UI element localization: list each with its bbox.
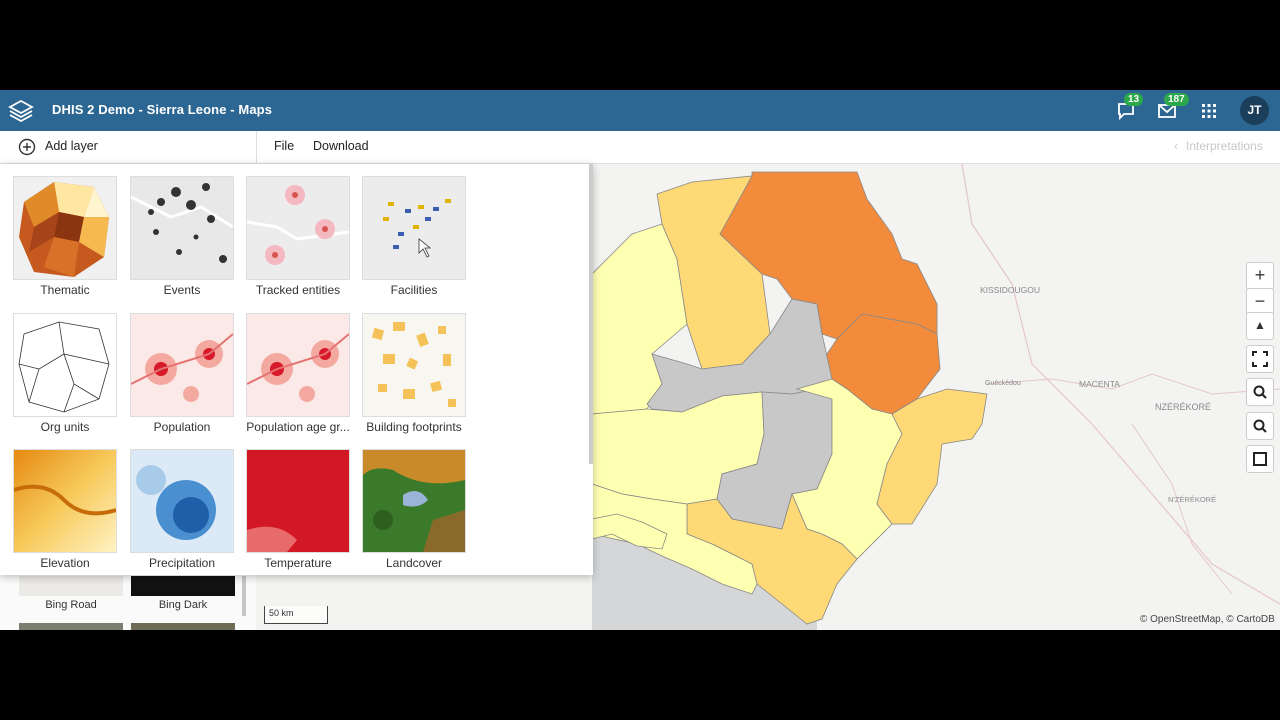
events-thumbnail	[130, 176, 234, 280]
apps-menu-button[interactable]	[1198, 100, 1220, 122]
place-label: NZÉRÉKORÉ	[1155, 402, 1211, 412]
file-menu[interactable]: File	[274, 139, 294, 153]
layer-type-elevation[interactable]: Elevation	[13, 449, 117, 570]
add-circle-icon	[18, 138, 36, 156]
toolbar: Add layer File Download ‹ Interpretations	[0, 131, 1280, 164]
place-label: N'ZÉRÉKORÉ	[1168, 495, 1216, 504]
zoom-to-content-button[interactable]	[1246, 378, 1274, 406]
interpretations-panel-toggle[interactable]: ‹ Interpretations	[1174, 139, 1263, 153]
compass-icon: ▲	[1254, 318, 1266, 332]
precipitation-thumbnail	[130, 449, 234, 553]
layer-type-label: Building footprints	[366, 420, 462, 434]
layer-type-label: Tracked entities	[255, 283, 341, 297]
layer-type-tracked-entities[interactable]: Tracked entities	[246, 176, 350, 297]
fullscreen-button[interactable]	[1246, 345, 1274, 373]
map-attribution: © OpenStreetMap, © CartoDB	[1140, 614, 1275, 625]
layer-type-label: Precipitation	[148, 556, 216, 570]
basemap-label: Bing Dark	[158, 599, 208, 611]
layer-type-precipitation[interactable]: Precipitation	[130, 449, 234, 570]
app-header: DHIS 2 Demo - Sierra Leone - Maps 13 187…	[0, 90, 1280, 131]
ruler-icon	[1253, 452, 1267, 466]
zoom-extent-icon	[1253, 385, 1267, 399]
apps-grid-icon	[1202, 104, 1216, 118]
plus-icon: +	[1254, 265, 1266, 285]
layer-type-label: Temperature	[264, 556, 332, 570]
zoom-in-button[interactable]: +	[1246, 262, 1274, 290]
place-label: MACENTA	[1079, 379, 1120, 389]
map-svg: KISSIDOUGOU Guéckédou MACENTA NZÉRÉKORÉ …	[592, 164, 1280, 630]
tracked-entities-thumbnail	[246, 176, 350, 280]
layer-type-temperature[interactable]: Temperature	[246, 449, 350, 570]
layer-type-facilities[interactable]: Facilities	[362, 176, 466, 297]
population-age-thumbnail	[246, 313, 350, 417]
layer-type-label: Landcover	[385, 556, 443, 570]
bing-hybrid-thumbnail[interactable]	[131, 623, 235, 630]
place-label: KISSIDOUGOU	[980, 285, 1040, 295]
interpretations-badge: 13	[1124, 93, 1144, 106]
org-units-thumbnail	[13, 313, 117, 417]
download-button[interactable]: Download	[313, 139, 369, 153]
bing-dark-thumbnail[interactable]	[131, 576, 235, 596]
layer-type-label: Population	[153, 420, 211, 434]
facilities-thumbnail	[362, 176, 466, 280]
temperature-thumbnail	[246, 449, 350, 553]
messages-button[interactable]: 187	[1156, 93, 1189, 122]
panel-scrollbar[interactable]	[242, 576, 246, 616]
search-icon	[1253, 419, 1267, 433]
layer-type-events[interactable]: Events	[130, 176, 234, 297]
interpretations-button[interactable]: 13	[1116, 93, 1144, 122]
layer-type-label: Org units	[40, 420, 90, 434]
layer-type-org-units[interactable]: Org units	[13, 313, 117, 434]
add-layer-button[interactable]: Add layer	[0, 131, 257, 163]
layer-type-population[interactable]: Population	[130, 313, 234, 434]
layer-type-label: Population age gr...	[246, 420, 350, 434]
layer-type-label: Elevation	[40, 556, 90, 570]
population-thumbnail	[130, 313, 234, 417]
search-place-button[interactable]	[1246, 412, 1274, 440]
scale-bar: 50 km	[264, 606, 328, 624]
add-layer-label: Add layer	[45, 139, 98, 153]
bing-road-thumbnail[interactable]	[19, 576, 123, 596]
popup-scrollbar[interactable]	[589, 164, 593, 464]
minus-icon: −	[1254, 291, 1266, 311]
layer-type-thematic[interactable]: Thematic	[13, 176, 117, 297]
building-footprints-thumbnail	[362, 313, 466, 417]
bing-aerial-thumbnail[interactable]	[19, 623, 123, 630]
chevron-left-icon: ‹	[1174, 139, 1178, 153]
dhis2-logo-icon[interactable]	[8, 98, 34, 124]
messages-badge: 187	[1164, 93, 1189, 106]
thematic-thumbnail	[13, 176, 117, 280]
place-label: Guéckédou	[985, 380, 1021, 387]
add-layer-popup: Thematic Events Tracked entities Facilit…	[0, 164, 593, 575]
user-avatar[interactable]: JT	[1240, 96, 1269, 125]
app-title: DHIS 2 Demo - Sierra Leone - Maps	[52, 102, 273, 117]
reset-bearing-button[interactable]: ▲	[1246, 312, 1274, 340]
fullscreen-icon	[1252, 351, 1268, 367]
layer-type-label: Thematic	[40, 283, 90, 297]
layer-type-building-footprints[interactable]: Building footprints	[362, 313, 466, 434]
layer-type-landcover[interactable]: Landcover	[362, 449, 466, 570]
elevation-thumbnail	[13, 449, 117, 553]
maps-app: DHIS 2 Demo - Sierra Leone - Maps 13 187…	[0, 90, 1280, 630]
layer-type-label: Facilities	[390, 283, 438, 297]
map-canvas[interactable]: KISSIDOUGOU Guéckédou MACENTA NZÉRÉKORÉ …	[592, 164, 1280, 630]
basemap-label: Bing Road	[45, 599, 97, 611]
layer-type-population-age-groups[interactable]: Population age gr...	[246, 313, 350, 434]
landcover-thumbnail	[362, 449, 466, 553]
measure-button[interactable]	[1246, 445, 1274, 473]
layer-type-label: Events	[163, 283, 201, 297]
